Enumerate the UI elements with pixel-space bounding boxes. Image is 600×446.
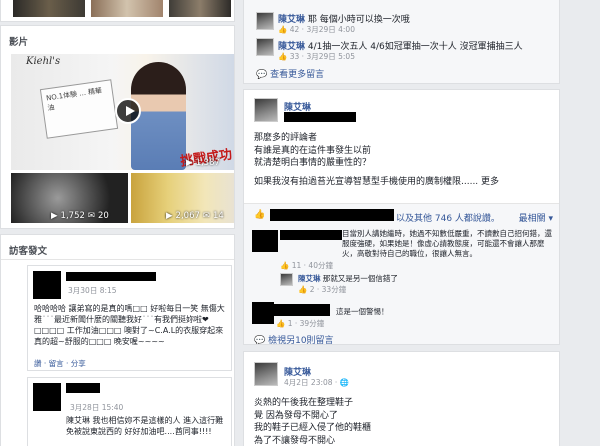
post-actions[interactable]: 讚 · 留言 · 分享 xyxy=(34,358,86,369)
video-thumbnail[interactable]: Kiehl's NO.1体験 ... 精華油 挑戰成功 ▶ 1,387 xyxy=(11,54,234,170)
play-count-icon: ▶ xyxy=(186,158,193,168)
play-button[interactable] xyxy=(115,98,141,124)
avatar[interactable] xyxy=(280,273,293,286)
avatar[interactable] xyxy=(256,12,274,30)
post-text: 哈哈哈哈 讓弟寫的是真的嗎□□ 好啦每日一笑 無傷大雅˙˙˙最近新聞什麼的關聽我… xyxy=(34,304,225,346)
brand-logo: Kiehl's xyxy=(26,56,61,67)
section-title: 影片 xyxy=(9,37,29,48)
whiteboard: NO.1体験 ... 精華油 xyxy=(39,79,119,139)
view-count: ▶ 1,387 xyxy=(186,158,220,168)
comment-icon: 💬 xyxy=(256,70,268,80)
reply-text: 那就又是另一個信錯了 xyxy=(322,274,398,283)
redacted-name xyxy=(66,383,100,393)
like-icon: 👍 xyxy=(278,25,288,34)
like-summary: 👍 以及其他 746 人都說讚。 最相關 ▾ xyxy=(244,203,559,228)
page-post: 陳艾琳 4月2日 23:08 · 🌐 炎熱的午後我在整理鞋子 覺 因為發母不開心… xyxy=(243,351,560,446)
redacted-name xyxy=(33,271,61,299)
reply-meta: 👍 42 · 3月29日 4:00 xyxy=(278,25,355,34)
post-time: 4月2日 23:08 · 🌐 xyxy=(284,378,350,387)
play-count-icon: ▶ xyxy=(51,211,58,221)
visitor-post: 3月30日 8:15 哈哈哈哈 讓弟寫的是真的嗎□□ 好啦每日一笑 無傷大雅˙˙… xyxy=(27,265,232,371)
whiteboard-text: NO.1体験 ... 精華油 xyxy=(45,86,103,113)
more-replies-link[interactable]: 💬 檢視另10則留言 xyxy=(254,333,334,345)
post-line: 那麼多的評論者 xyxy=(254,133,318,143)
visitor-post: 3月28日 15:40 陳艾琳 我也相信妳不是這樣的人 進入這行難免被說東說西的… xyxy=(27,377,232,446)
photo-thumb[interactable] xyxy=(169,0,231,17)
comment-icon: ✉ xyxy=(87,211,96,221)
reply-meta: 👍 2 · 33分鐘 xyxy=(298,285,347,294)
reply-author[interactable]: 陳艾琳 xyxy=(298,274,321,283)
post-line: 我的鞋子已經入侵了他的鞋櫃 xyxy=(254,423,372,433)
post-line: 覺 因為發母不開心了 xyxy=(254,410,338,421)
comment-text: 目當別人講她繼時，她過不知數低嚴重，不讀數自己招何錯，還服度強硬，如果她是！像虛… xyxy=(342,229,552,258)
globe-icon: 🌐 xyxy=(339,378,350,387)
photo-thumb[interactable] xyxy=(13,0,85,17)
like-icon: 👍 xyxy=(278,52,288,61)
play-icon xyxy=(126,106,135,116)
post-text: 陳艾琳 我也相信妳不是這樣的人 進入這行難免被說東說西的 好好加油吧....酋同… xyxy=(66,416,224,436)
comment-meta: 👍 1 · 39分鐘 xyxy=(276,319,325,328)
video-thumbnail[interactable]: ▶ 1,752 ✉ 20 xyxy=(11,173,128,223)
like-icon: 👍 xyxy=(276,319,286,328)
photo-thumb[interactable] xyxy=(91,0,163,17)
post-line: 如果我沒有拍過苔光宣導智慧型手機使用的廣制權限...... 更多 xyxy=(254,176,500,187)
post-text: 那麼多的評論者 有誰是真的在這件事發生以前 就清楚明白事情的嚴重性的？ 如果我沒… xyxy=(254,132,554,188)
avatar[interactable] xyxy=(254,98,278,122)
post-time: 3月30日 8:15 xyxy=(68,286,117,295)
redacted-name xyxy=(33,383,61,411)
previous-post-comments: 陳艾琳 耶 每個小時可以換一次哦 👍 42 · 3月29日 4:00 陳艾琳 4… xyxy=(243,0,560,84)
redacted-name xyxy=(274,304,330,316)
post-line: 為了不讓發母不開心 xyxy=(254,435,336,446)
post-line: 有誰是真的在這件事發生以前 xyxy=(254,145,372,156)
video-card: 影片 Kiehl's NO.1体験 ... 精華油 挑戰成功 ▶ 1,387 ▶ 1… xyxy=(0,25,235,229)
comment-icon: 💬 xyxy=(254,336,266,345)
post-line: 炎熱的午後我在整理鞋子 xyxy=(254,398,354,408)
likes-text[interactable]: 以及其他 746 人都說讚。 xyxy=(396,211,500,224)
view-count: ▶ 1,752 ✉ 20 xyxy=(51,211,109,221)
post-time: 3月28日 15:40 xyxy=(70,403,124,412)
page-post: 陳艾琳 那麼多的評論者 有誰是真的在這件事發生以前 就清楚明白事情的嚴重性的？ … xyxy=(243,89,560,345)
redacted-names xyxy=(270,209,394,221)
comment-text: 這是一個警惕！ xyxy=(336,307,389,316)
avatar[interactable] xyxy=(254,362,278,386)
comment-meta: 👍 11 · 40分鐘 xyxy=(280,261,333,270)
more-comments-link[interactable]: 💬 查看更多留言 xyxy=(256,67,324,80)
like-icon: 👍 xyxy=(280,261,290,270)
comment-icon: ✉ xyxy=(202,211,211,221)
redacted-avatar xyxy=(252,230,278,252)
divider xyxy=(1,259,234,260)
post-line: 就清楚明白事情的嚴重性的？ xyxy=(254,158,372,168)
visitor-posts-card: 訪客發文 3月30日 8:15 哈哈哈哈 讓弟寫的是真的嗎□□ 好啦每日一笑 無… xyxy=(0,234,235,446)
comments-area: 目當別人講她繼時，她過不知數低嚴重，不讀數自己招何錯，還服度強硬，如果她是！像虛… xyxy=(244,227,559,345)
reply: 陳艾琳 那就又是另一個信錯了 xyxy=(298,273,398,284)
like-icon: 👍 xyxy=(254,210,266,220)
redacted-avatar xyxy=(252,302,274,324)
view-count: ▶ 2,067 ✉ 14 xyxy=(166,211,224,221)
play-count-icon: ▶ xyxy=(166,211,173,221)
redacted-time xyxy=(284,112,356,122)
redacted-name xyxy=(66,272,156,281)
reply-meta: 👍 33 · 3月29日 5:05 xyxy=(278,52,355,61)
post-text: 炎熱的午後我在整理鞋子 覺 因為發母不開心了 我的鞋子已經入侵了他的鞋櫃 為了不… xyxy=(254,397,554,446)
redacted-name xyxy=(280,230,342,240)
section-title: 訪客發文 xyxy=(9,246,48,257)
avatar[interactable] xyxy=(256,38,274,56)
like-icon: 👍 xyxy=(298,285,308,294)
photos-strip xyxy=(0,0,235,22)
sort-dropdown[interactable]: 最相關 ▾ xyxy=(519,211,553,224)
video-thumbnail[interactable]: ▶ 2,067 ✉ 14 xyxy=(131,173,234,223)
